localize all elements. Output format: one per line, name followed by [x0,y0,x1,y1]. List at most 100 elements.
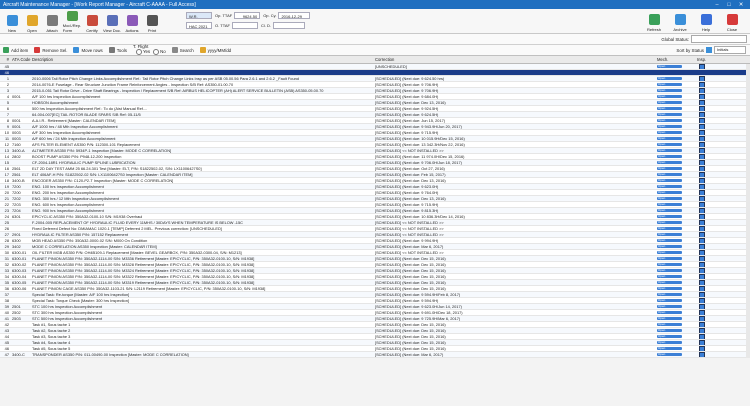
status-badge[interactable]: Open [657,64,682,69]
status-badge[interactable]: Open [657,130,682,135]
insp-checkbox[interactable] [699,232,705,237]
status-badge[interactable]: Open [657,244,682,249]
insp-checkbox[interactable] [699,190,705,195]
status-badge[interactable]: Open [657,94,682,99]
status-badge[interactable]: Open [657,250,682,255]
row-insp[interactable] [697,184,707,189]
row-insp[interactable] [697,304,707,309]
row-status[interactable]: Open [657,178,697,183]
insp-checkbox[interactable] [699,166,705,171]
row-status[interactable]: Open [657,352,697,357]
row-insp[interactable] [697,142,707,147]
insp-checkbox[interactable] [699,130,705,135]
status-badge[interactable]: Open [657,274,682,279]
row-status[interactable]: Open [657,244,697,249]
row-status[interactable]: Open [657,232,697,237]
row-status[interactable]: Open [657,286,697,291]
row-insp[interactable] [697,118,707,123]
new-button[interactable]: New [3,11,21,33]
status-badge[interactable]: Open [657,334,682,339]
row-status[interactable]: Open [657,112,697,117]
row-status[interactable]: Open [657,238,697,243]
attach-button[interactable]: Attach [43,11,61,33]
insp-checkbox[interactable] [699,226,705,231]
status-badge[interactable]: Open [657,208,682,213]
row-insp[interactable] [697,196,707,201]
row-status[interactable]: Open [657,316,697,321]
row-status[interactable]: Open [657,64,697,69]
add-item-button[interactable]: Add item [3,47,28,53]
insp-checkbox[interactable] [699,106,705,111]
row-insp[interactable] [697,130,707,135]
date-field[interactable]: 2016-12-29 [278,12,311,19]
insp-checkbox[interactable] [699,196,705,201]
status-badge[interactable]: Open [657,292,682,297]
status-badge[interactable]: Open [657,160,682,165]
row-status[interactable]: Open [657,124,697,129]
row-insp[interactable] [697,70,707,75]
insp-checkbox[interactable] [699,172,705,177]
row-insp[interactable] [697,274,707,279]
row-status[interactable]: Open [657,310,697,315]
row-insp[interactable] [697,88,707,93]
insp-checkbox[interactable] [699,220,705,225]
row-status[interactable]: Open [657,184,697,189]
status-badge[interactable]: Open [657,226,682,231]
status-badge[interactable]: Open [657,142,682,147]
row-insp[interactable] [697,340,707,345]
row-status[interactable]: Open [657,118,697,123]
row-insp[interactable] [697,238,707,243]
status-badge[interactable]: Open [657,106,682,111]
open-button[interactable]: Open [23,11,41,33]
row-status[interactable]: Open [657,304,697,309]
maximize-icon[interactable]: □ [723,2,735,8]
insp-checkbox[interactable] [699,112,705,117]
insp-checkbox[interactable] [699,280,705,285]
vertical-scrollbar[interactable] [746,64,750,358]
status-badge[interactable]: Open [657,316,682,321]
row-insp[interactable] [697,154,707,159]
insp-checkbox[interactable] [699,238,705,243]
row-status[interactable] [657,70,697,75]
row-status[interactable]: Open [657,262,697,267]
row-insp[interactable] [697,148,707,153]
row-insp[interactable] [697,292,707,297]
row-status[interactable]: Open [657,334,697,339]
row-insp[interactable] [697,202,707,207]
row-insp[interactable] [697,316,707,321]
insp-checkbox[interactable] [699,316,705,321]
insp-checkbox[interactable] [699,340,705,345]
col-correction[interactable]: Correction [375,56,657,63]
status-badge[interactable]: Open [657,136,682,141]
row-insp[interactable] [697,268,707,273]
row-insp[interactable] [697,232,707,237]
insp-checkbox[interactable] [699,160,705,165]
close-window-icon[interactable]: ✕ [735,2,747,8]
row-status[interactable]: Open [657,136,697,141]
search-button[interactable]: Search [171,47,194,53]
global-status-select[interactable] [691,35,747,43]
insp-checkbox[interactable] [699,304,705,309]
row-insp[interactable] [697,250,707,255]
mod-rep-form-button[interactable]: Mod./Rep. Form [63,11,81,33]
row-status[interactable]: Open [657,256,697,261]
status-badge[interactable]: Open [657,346,682,351]
col-description[interactable]: Description [32,56,375,63]
row-status[interactable]: Open [657,142,697,147]
row-insp[interactable] [697,172,707,177]
insp-checkbox[interactable] [699,202,705,207]
col-number[interactable]: # [0,56,10,63]
status-badge[interactable]: Open [657,196,682,201]
insp-checkbox[interactable] [699,322,705,327]
status-badge[interactable]: Open [657,310,682,315]
insp-checkbox[interactable] [699,124,705,129]
insp-checkbox[interactable] [699,148,705,153]
status-badge[interactable]: Open [657,148,682,153]
row-insp[interactable] [697,100,707,105]
row-status[interactable]: Open [657,268,697,273]
insp-checkbox[interactable] [699,118,705,123]
tflight-no-radio[interactable] [153,49,160,56]
row-status[interactable]: Open [657,250,697,255]
row-insp[interactable] [697,208,707,213]
row-insp[interactable] [697,82,707,87]
